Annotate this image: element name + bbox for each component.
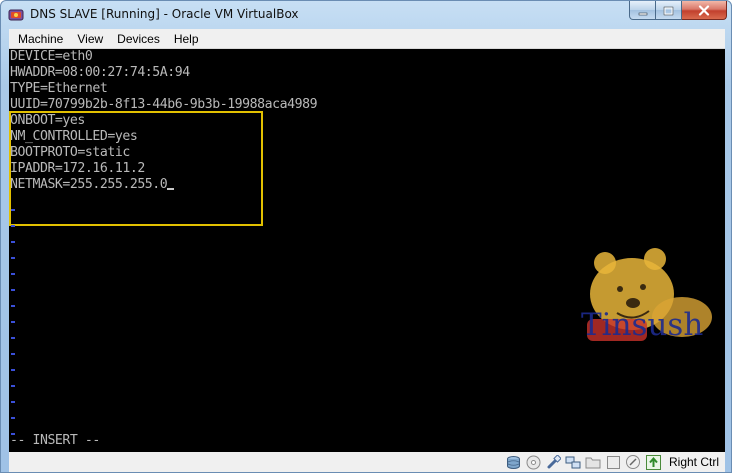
- empty-line-marker: [11, 369, 15, 371]
- highlight-box: [9, 111, 263, 226]
- host-key-label: Right Ctrl: [668, 455, 719, 469]
- virtualbox-icon[interactable]: [8, 7, 24, 23]
- menu-help[interactable]: Help: [167, 29, 206, 49]
- maximize-button[interactable]: [656, 1, 682, 20]
- empty-line-marker: [11, 241, 15, 243]
- empty-line-marker: [11, 385, 15, 387]
- close-button[interactable]: [682, 1, 727, 20]
- empty-line-marker: [11, 209, 15, 211]
- display-icon[interactable]: [605, 454, 622, 470]
- minimize-button[interactable]: [629, 1, 656, 20]
- empty-line-marker: [11, 257, 15, 259]
- usb-icon[interactable]: [545, 454, 562, 470]
- empty-line-marker: [11, 321, 15, 323]
- network-icon[interactable]: [565, 454, 582, 470]
- console-line-hwaddr: HWADDR=08:00:27:74:5A:94: [10, 65, 190, 80]
- empty-line-marker: [11, 273, 15, 275]
- watermark-text: Tinsush: [581, 307, 704, 343]
- mouse-integration-icon[interactable]: [625, 454, 642, 470]
- vm-console-screen[interactable]: DEVICE=eth0 HWADDR=08:00:27:74:5A:94 TYP…: [9, 49, 725, 452]
- window-title: DNS SLAVE [Running] - Oracle VM VirtualB…: [30, 7, 299, 21]
- title-bar[interactable]: DNS SLAVE [Running] - Oracle VM VirtualB…: [1, 1, 731, 29]
- empty-line-marker: [11, 401, 15, 403]
- menu-bar: Machine View Devices Help: [9, 29, 725, 49]
- menu-machine[interactable]: Machine: [11, 29, 70, 49]
- empty-line-marker: [11, 353, 15, 355]
- empty-line-marker: [11, 337, 15, 339]
- empty-line-marker: [11, 305, 15, 307]
- virtualbox-window: DNS SLAVE [Running] - Oracle VM VirtualB…: [0, 0, 732, 473]
- shared-folders-icon[interactable]: [585, 454, 602, 470]
- host-key-arrow-icon[interactable]: [645, 454, 662, 470]
- close-icon: [698, 1, 710, 20]
- minimize-icon: [638, 1, 648, 20]
- menu-view[interactable]: View: [70, 29, 110, 49]
- console-line-device: DEVICE=eth0: [10, 49, 93, 64]
- hard-disk-icon[interactable]: [505, 454, 522, 470]
- caption-buttons: [629, 1, 727, 21]
- maximize-icon: [663, 1, 674, 20]
- console-line-type: TYPE=Ethernet: [10, 81, 108, 96]
- empty-line-marker: [11, 225, 15, 227]
- optical-disk-icon[interactable]: [525, 454, 542, 470]
- empty-line-marker: [11, 417, 15, 419]
- vim-mode-indicator: -- INSERT --: [10, 433, 100, 448]
- status-bar: Right Ctrl: [9, 452, 725, 472]
- empty-line-marker: [11, 289, 15, 291]
- menu-devices[interactable]: Devices: [110, 29, 167, 49]
